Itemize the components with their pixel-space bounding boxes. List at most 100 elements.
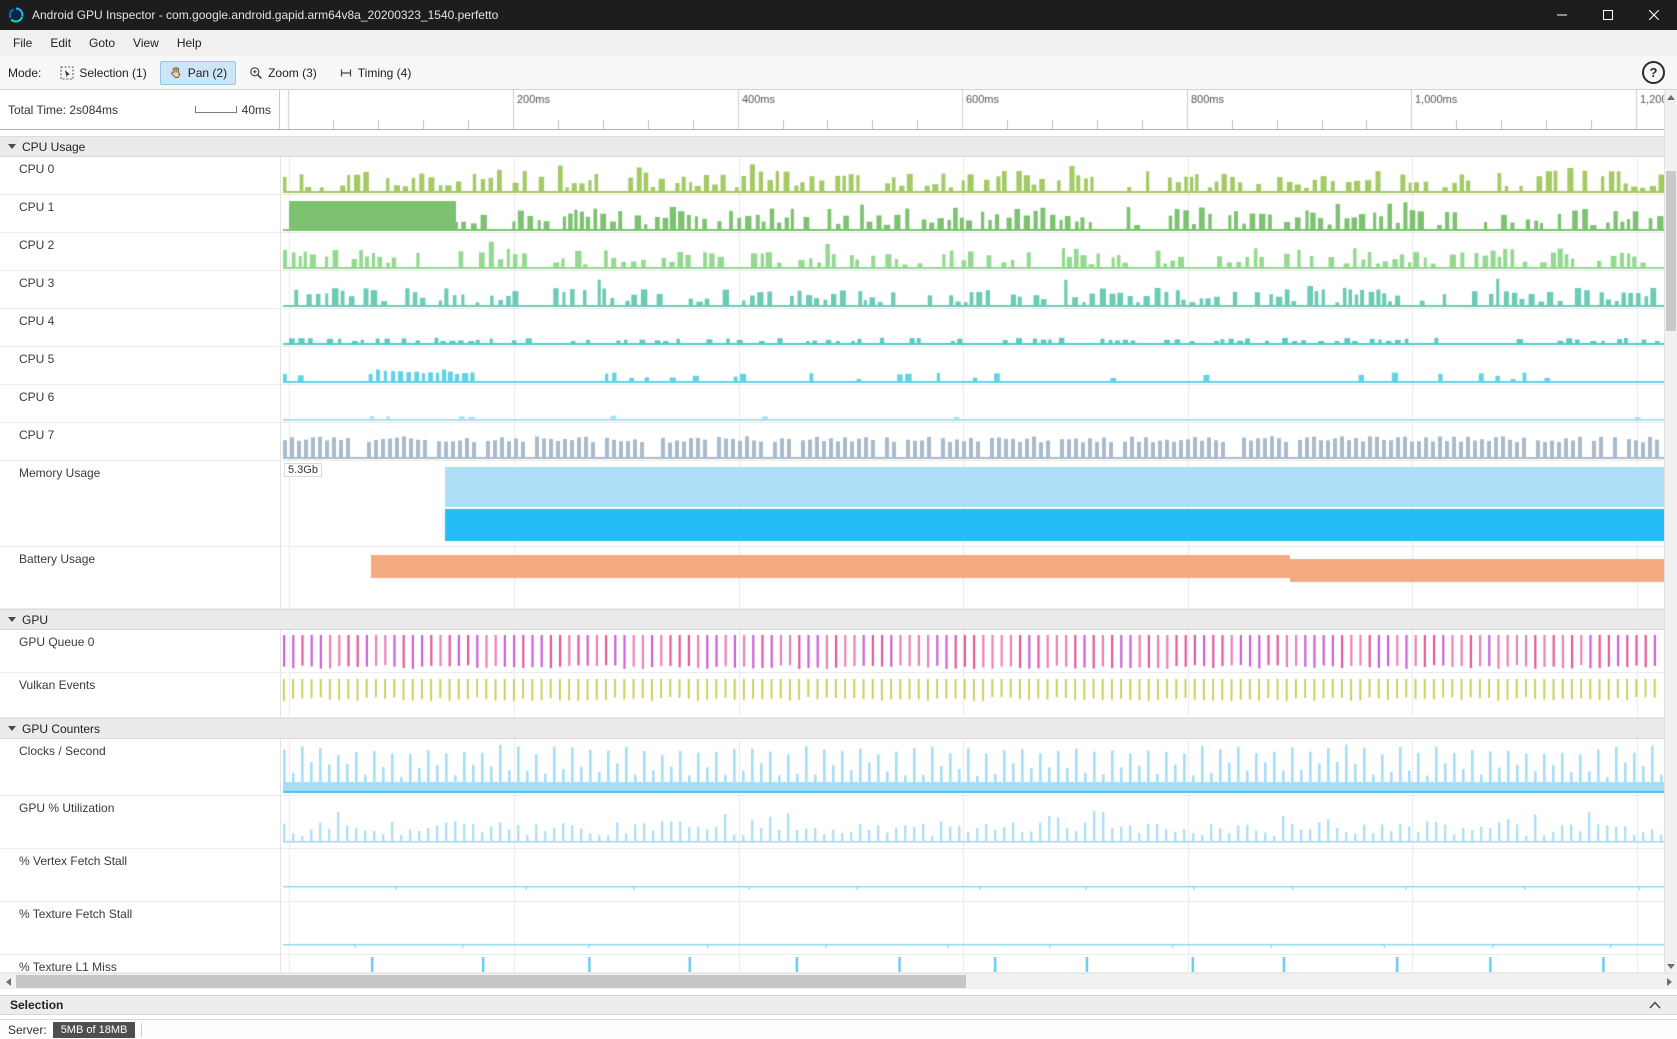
- track-row-clocks-second: Clocks / Second: [0, 739, 1677, 796]
- minimize-button[interactable]: [1539, 0, 1585, 30]
- collapse-arrow-icon[interactable]: [8, 617, 16, 622]
- track-chart-area[interactable]: [280, 849, 1677, 901]
- track-chart[interactable]: [281, 739, 1665, 795]
- track-chart[interactable]: [281, 796, 1665, 848]
- track-label: CPU 2: [0, 233, 280, 270]
- track-chart-area[interactable]: [280, 673, 1677, 717]
- total-time-label: Total Time: 2s084ms: [8, 103, 118, 117]
- track-chart[interactable]: [281, 673, 1665, 717]
- track-chart-area[interactable]: [280, 902, 1677, 954]
- group-label: CPU Usage: [22, 140, 85, 154]
- horizontal-scrollbar[interactable]: [0, 973, 1677, 989]
- track-chart-area[interactable]: [280, 271, 1677, 308]
- track-chart[interactable]: [281, 849, 1665, 901]
- track-chart-area[interactable]: [280, 309, 1677, 346]
- menu-item-goto[interactable]: Goto: [80, 32, 124, 54]
- track-chart[interactable]: [281, 233, 1665, 270]
- track-chart[interactable]: [281, 309, 1665, 346]
- track-chart[interactable]: [281, 423, 1665, 460]
- track-chart[interactable]: [281, 630, 1665, 672]
- horizontal-scrollbar-thumb[interactable]: [16, 975, 966, 988]
- help-button[interactable]: ?: [1642, 61, 1665, 84]
- scroll-down-arrow[interactable]: [1665, 959, 1677, 973]
- scale-label: 40ms: [242, 103, 271, 117]
- track-chart[interactable]: [281, 902, 1665, 954]
- minimize-icon: [1557, 10, 1567, 20]
- group-header-gpu[interactable]: GPU: [0, 609, 1677, 630]
- close-button[interactable]: [1631, 0, 1677, 30]
- track-row-cpu-7: CPU 7: [0, 423, 1677, 461]
- track-chart-area[interactable]: [280, 233, 1677, 270]
- track-chart-area[interactable]: [280, 347, 1677, 384]
- track-chart[interactable]: [281, 385, 1665, 422]
- track-chart-area[interactable]: [280, 423, 1677, 460]
- title-bar: Android GPU Inspector - com.google.andro…: [0, 0, 1677, 30]
- track-row--vertex-fetch-stall: % Vertex Fetch Stall: [0, 849, 1677, 902]
- track-label: CPU 4: [0, 309, 280, 346]
- track-chart-area[interactable]: [280, 385, 1677, 422]
- toolbar-button-pan[interactable]: Pan (2): [160, 61, 236, 85]
- scroll-up-arrow[interactable]: [1665, 90, 1677, 104]
- track-row-gpu-queue-0: GPU Queue 0: [0, 630, 1677, 673]
- scroll-right-arrow[interactable]: [1661, 974, 1677, 989]
- server-label: Server:: [8, 1023, 47, 1037]
- track-chart-area[interactable]: 5.3Gb: [280, 461, 1677, 546]
- scroll-left-arrow[interactable]: [0, 974, 16, 989]
- track-chart-area[interactable]: [280, 630, 1677, 672]
- menu-item-view[interactable]: View: [124, 32, 168, 54]
- group-header-gpu-counters[interactable]: GPU Counters: [0, 718, 1677, 739]
- window-title: Android GPU Inspector - com.google.andro…: [32, 8, 498, 22]
- track-row-memory-usage: Memory Usage5.3Gb: [0, 461, 1677, 547]
- maximize-icon: [1603, 10, 1613, 20]
- track-row-cpu-3: CPU 3: [0, 271, 1677, 309]
- vertical-scrollbar-thumb[interactable]: [1666, 171, 1676, 331]
- track-label: Vulkan Events: [0, 673, 280, 717]
- menu-item-edit[interactable]: Edit: [41, 32, 80, 54]
- track-row-cpu-1: CPU 1: [0, 195, 1677, 233]
- maximize-button[interactable]: [1585, 0, 1631, 30]
- track-label: CPU 5: [0, 347, 280, 384]
- collapse-arrow-icon[interactable]: [8, 726, 16, 731]
- menu-item-file[interactable]: File: [4, 32, 41, 54]
- group-header-cpu-usage[interactable]: CPU Usage: [0, 136, 1677, 157]
- toolbar-button-zoom[interactable]: Zoom (3): [240, 61, 326, 85]
- mode-label: Mode:: [8, 66, 41, 80]
- track-label: CPU 0: [0, 157, 280, 194]
- timeline-ruler[interactable]: [280, 90, 1664, 129]
- status-bar: Server: 5MB of 18MB: [0, 1019, 1677, 1039]
- server-memory-badge: 5MB of 18MB: [53, 1022, 136, 1038]
- selection-icon: [60, 66, 74, 80]
- track-chart-area[interactable]: [280, 955, 1677, 972]
- track-chart-area[interactable]: [280, 195, 1677, 232]
- track-row-cpu-5: CPU 5: [0, 347, 1677, 385]
- track-chart[interactable]: [281, 271, 1665, 308]
- track-row-cpu-2: CPU 2: [0, 233, 1677, 271]
- track-chart-area[interactable]: [280, 157, 1677, 194]
- menu-item-help[interactable]: Help: [168, 32, 211, 54]
- track-chart[interactable]: [281, 347, 1665, 384]
- expand-panel-button[interactable]: [1649, 1001, 1661, 1009]
- track-chart[interactable]: [281, 157, 1665, 194]
- track-chart-area[interactable]: [280, 796, 1677, 848]
- selection-panel-header[interactable]: Selection: [0, 995, 1677, 1015]
- track-row-cpu-4: CPU 4: [0, 309, 1677, 347]
- collapse-arrow-icon[interactable]: [8, 144, 16, 149]
- track-label: CPU 7: [0, 423, 280, 460]
- timing-icon: [339, 66, 353, 80]
- track-chart[interactable]: [281, 955, 1665, 972]
- track-chart[interactable]: [281, 195, 1665, 232]
- app-window: Android GPU Inspector - com.google.andro…: [0, 0, 1677, 1039]
- track-row-gpu-utilization: GPU % Utilization: [0, 796, 1677, 849]
- track-label: GPU % Utilization: [0, 796, 280, 848]
- track-chart[interactable]: [281, 547, 1665, 608]
- track-label: GPU Queue 0: [0, 630, 280, 672]
- track-row-battery-usage: Battery Usage: [0, 547, 1677, 609]
- track-chart[interactable]: [281, 461, 1665, 546]
- track-chart-area[interactable]: [280, 739, 1677, 795]
- toolbar-button-selection[interactable]: Selection (1): [51, 61, 155, 85]
- toolbar-button-timing[interactable]: Timing (4): [330, 61, 421, 85]
- toolbar-button-label: Selection (1): [79, 66, 146, 80]
- vertical-scrollbar[interactable]: [1664, 90, 1677, 973]
- track-chart-area[interactable]: [280, 547, 1677, 608]
- scale-widget: 40ms: [195, 103, 271, 117]
